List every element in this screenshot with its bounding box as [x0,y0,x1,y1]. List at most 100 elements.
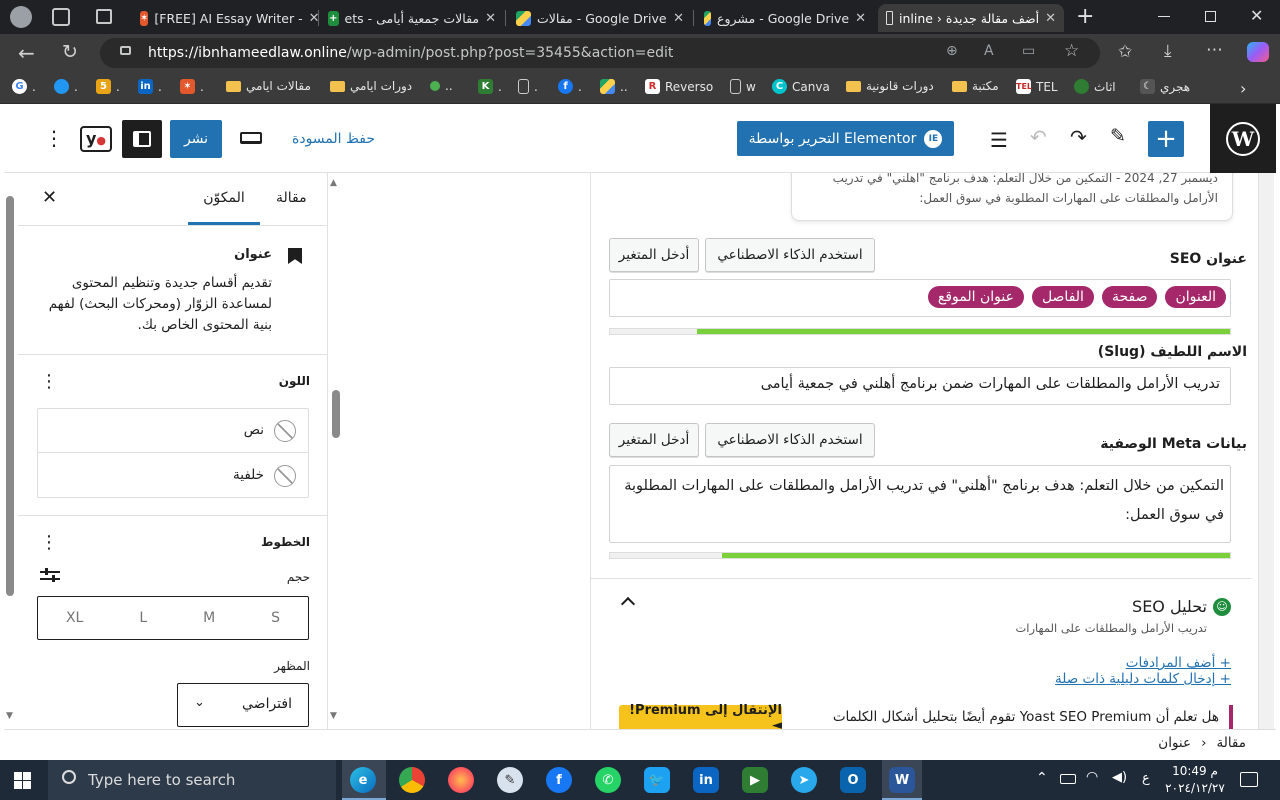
profile-avatar[interactable] [10,6,32,28]
preview-icon[interactable] [240,132,262,144]
left-scrollbar[interactable] [6,196,14,596]
close-sidebar-icon[interactable]: ✕ [42,187,57,208]
bookmark-circle[interactable]: . [54,79,78,94]
publish-button[interactable]: نشر [170,120,222,158]
title-variable-pill[interactable]: العنوان [1165,286,1226,308]
use-ai-button[interactable]: استخدم الذكاء الاصطناعي [705,238,875,272]
windows-start-icon[interactable] [14,772,31,789]
bookmark-folder-law[interactable]: دورات قانونية [846,79,934,93]
downloads-icon[interactable]: ⤓ [1164,41,1172,61]
facebook-icon[interactable]: f [546,767,572,793]
wordpress-logo[interactable]: W [1210,104,1276,173]
bookmark-hijri[interactable]: ☾ هجري [1140,79,1190,94]
size-xl-option[interactable]: XL [66,610,83,626]
use-ai-button[interactable]: استخدم الذكاء الاصطناعي [705,423,875,457]
firefox-icon[interactable] [448,767,474,793]
document-overview-icon[interactable]: ☰ [990,128,1008,152]
collapse-chevron-up-icon[interactable] [620,596,636,612]
settings-sidebar-toggle-icon[interactable] [122,120,162,158]
bookmark-folder-articles[interactable]: مقالات ايامي [226,79,311,93]
bookmark-k[interactable]: K. [478,79,502,94]
page-variable-pill[interactable]: صفحة [1101,286,1158,308]
redo-icon[interactable]: ↷ [1070,125,1087,149]
close-icon[interactable]: ✕ [673,11,684,26]
bookmark-five[interactable]: 5. [96,79,120,94]
slug-input[interactable]: تدريب الأرامل والمطلقات على المهارات ضمن… [609,367,1231,405]
bookmark-drive[interactable]: .. [600,79,628,94]
options-menu-icon[interactable]: ⋮ [44,126,64,150]
wifi-icon[interactable]: ◠ [1086,769,1098,785]
taskbar-search-box[interactable]: Type here to search [48,760,336,800]
close-icon[interactable]: ✕ [1045,11,1056,26]
back-icon[interactable]: ← [18,41,35,65]
telegram-icon[interactable]: ➤ [791,767,817,793]
restore-icon[interactable] [1205,11,1216,22]
left-scroll-down-icon[interactable]: ▼ [6,711,13,721]
tab-drive-project[interactable]: مشروع - Google Drive ✕ [696,4,874,32]
video-editor-icon[interactable]: ▶ [742,767,768,793]
site-title-variable-pill[interactable]: عنوان الموقع [927,286,1024,308]
bookmark-furniture[interactable]: اثاث [1074,79,1116,94]
linkedin-icon[interactable]: in [693,767,719,793]
go-premium-button[interactable]: الإنتقال إلى Premium! ◄ [619,703,782,733]
bookmark-facebook[interactable]: f. [558,79,582,94]
tab-actions-icon[interactable] [96,9,112,24]
reload-icon[interactable]: ↻ [62,41,78,63]
chrome-icon[interactable] [399,767,425,793]
add-synonyms-link[interactable]: + أضف المرادفات [891,655,1231,671]
favorites-icon[interactable]: ✩ [1118,42,1132,62]
sidebar-scroll-up-icon[interactable]: ▲ [330,178,337,188]
bookmark-folder-courses[interactable]: دورات ايامي [330,79,412,93]
bookmark-linkedin[interactable]: in. [138,79,162,94]
bookmark-dots[interactable]: .. [430,79,453,93]
typography-options-icon[interactable]: ⋮ [40,532,58,553]
window-close-icon[interactable]: ✕ [1250,6,1263,25]
editor-scrollbar[interactable] [1258,173,1274,733]
size-m-option[interactable]: M [203,610,215,626]
copilot-icon[interactable] [1247,42,1269,62]
bookmark-google[interactable]: G. [12,79,36,94]
add-block-button[interactable]: + [1148,121,1184,157]
meta-description-input[interactable]: التمكين من خلال التعلم: هدف برنامج "أهلن… [609,465,1231,543]
seo-analysis-title[interactable]: تحليل SEO [1011,597,1207,616]
workspaces-icon[interactable] [52,8,70,26]
notifications-icon[interactable] [1240,772,1258,787]
more-menu-icon[interactable]: ⋯ [1206,40,1223,60]
tab-ai-essay[interactable]: ✶ [FREE] AI Essay Writer - ✕ [132,4,318,32]
tab-block[interactable]: المكوّن [188,173,260,225]
appearance-select[interactable]: ⌄ افتراضي [177,683,309,727]
close-icon[interactable]: ✕ [855,11,866,26]
custom-size-sliders-icon[interactable] [40,568,60,582]
breadcrumb-root[interactable]: مقالة [1216,735,1246,751]
show-hidden-icons-chevron-icon[interactable]: ⌃ [1036,770,1048,786]
color-options-icon[interactable]: ⋮ [40,371,58,392]
favorite-star-icon[interactable]: ☆ [1064,41,1079,61]
edge-icon[interactable]: e [350,767,376,793]
url-field[interactable]: https://ibnhameedlaw.online/wp-admin/pos… [100,38,1100,68]
tools-pencil-icon[interactable]: ✎ [1110,125,1126,147]
sidebar-scrollbar-thumb[interactable] [332,390,340,438]
outlook-icon[interactable]: O [840,767,866,793]
clock[interactable]: 10:49 م ٢٠٢٤/١٢/٢٧ [1164,763,1226,797]
insert-variable-button[interactable]: أدخل المتغير [609,423,699,457]
size-s-option[interactable]: S [271,610,280,626]
close-icon[interactable]: ✕ [485,11,496,26]
zoom-icon[interactable]: ⊕ [946,43,958,59]
bookmark-ai[interactable]: ✶. [180,79,204,94]
separator-variable-pill[interactable]: الفاصل [1031,286,1094,308]
minimize-icon[interactable] [1158,16,1170,17]
close-icon[interactable]: ✕ [309,11,318,26]
input-language[interactable]: ع [1142,771,1150,786]
tab-post[interactable]: مقالة [276,190,307,206]
tab-drive-articles[interactable]: مقالات - Google Drive ✕ [508,4,692,32]
text-color-item[interactable]: نص [38,409,308,453]
add-related-keyphrases-link[interactable]: + إدخال كلمات دليلية ذات صلة [891,671,1231,687]
volume-icon[interactable]: ◀) [1112,770,1127,785]
bookmark-reverso[interactable]: R Reverso [645,79,713,94]
edit-with-elementor-button[interactable]: التحرير بواسطة Elementor IE [737,121,954,156]
undo-icon[interactable]: ↶ [1030,125,1047,149]
yoast-icon[interactable]: y● [80,126,112,152]
battery-icon[interactable] [1060,774,1076,784]
whatsapp-icon[interactable]: ✆ [595,767,621,793]
bookmark-canva[interactable]: C Canva [772,79,830,94]
